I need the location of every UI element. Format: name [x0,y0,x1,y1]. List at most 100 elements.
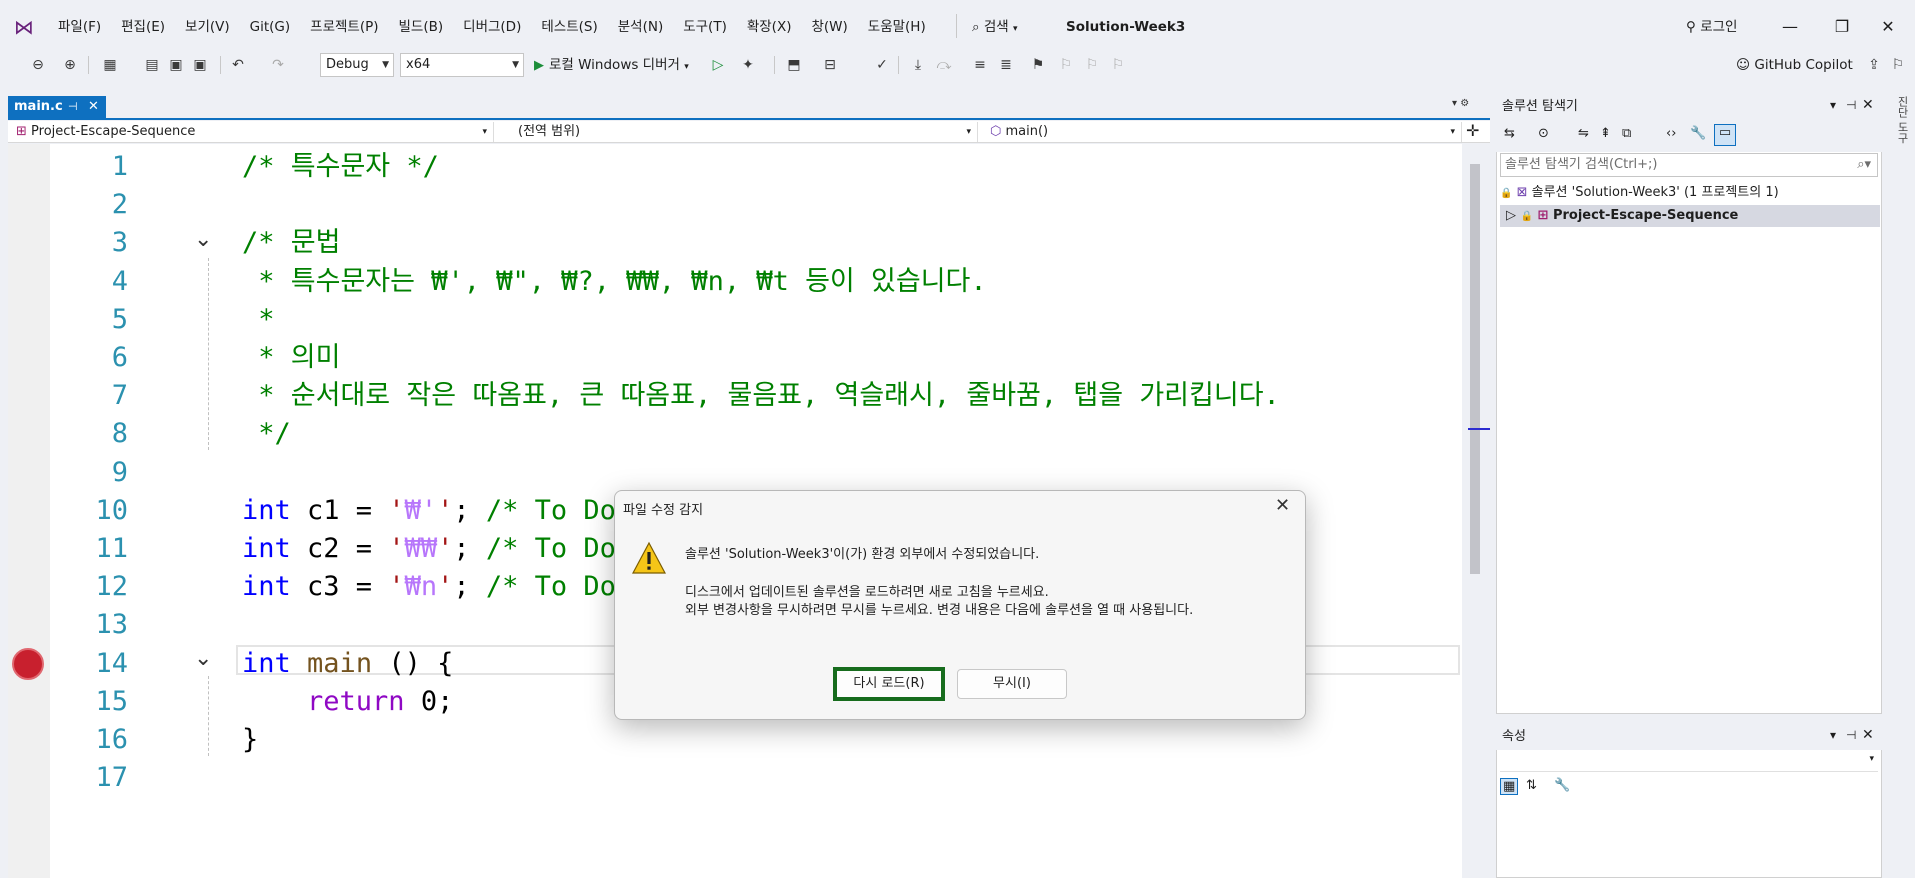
close-tab-icon[interactable]: ✕ [88,96,99,118]
start-debugging-button[interactable]: ▶ 로컬 Windows 디버거 ▾ [534,53,689,77]
feedback-icon[interactable]: ⚐ [1888,54,1908,76]
code-line[interactable]: return 0; [242,683,453,721]
alphabetical-icon[interactable]: ⇅ [1526,778,1537,793]
menu-item[interactable]: 편집(E) [111,16,175,38]
menu-item[interactable]: 테스트(S) [531,16,607,38]
code-line[interactable]: */ [242,415,291,453]
menu-item[interactable]: 프로젝트(P) [300,16,388,38]
layout-icon[interactable]: ⊟ [820,54,840,76]
save-all-icon[interactable]: ▣ [190,54,210,76]
spell-check-icon[interactable]: ✓ [872,54,892,76]
function-select[interactable]: ⬡ main() ▾ [984,122,1462,142]
indent-icon[interactable]: ≡ [970,54,990,76]
solution-root-node[interactable]: 🔒 ⊠ 솔루션 'Solution-Week3' (1 프로젝트의 1) [1500,183,1779,204]
split-editor-icon[interactable]: ✛ [1466,121,1479,140]
menu-item[interactable]: 보기(V) [175,16,240,38]
code-line[interactable]: * [242,301,274,339]
panel-menu-icon[interactable]: ▾ [1830,98,1836,112]
bookmark-next-icon[interactable]: ⚐ [1082,54,1102,76]
close-panel-icon[interactable]: ✕ [1862,97,1874,113]
menu-item[interactable]: 분석(N) [608,16,673,38]
code-view-icon[interactable]: ‹› [1666,126,1676,141]
solution-root-label: 솔루션 'Solution-Week3' (1 프로젝트의 1) [1531,185,1779,200]
share-icon[interactable]: ⇪ [1864,54,1884,76]
menu-item[interactable]: 도움말(H) [858,16,936,38]
forward-icon[interactable]: ⊕ [60,54,80,76]
scrollbar-thumb[interactable] [1470,164,1480,574]
comment-icon[interactable]: ≣ [996,54,1016,76]
sync-icon[interactable]: ⇆ [1504,126,1515,141]
code-line[interactable]: * 의미 [242,339,340,377]
tab-list-dropdown-icon[interactable]: ▾ ⚙ [1452,98,1469,109]
configuration-select[interactable]: Debug ▼ [320,53,394,77]
history-icon[interactable]: ⊙ [1538,126,1549,141]
open-folder-icon[interactable]: ▤ [142,54,162,76]
global-scope-select[interactable]: (전역 범위) ▾ [500,122,978,142]
diagnostic-tools-tab[interactable]: 진단 도구 [1890,96,1910,144]
panel-menu-icon[interactable]: ▾ [1830,728,1836,742]
project-scope-select[interactable]: ⊞ Project-Escape-Sequence ▾ [10,122,494,142]
code-token: ' [388,495,405,526]
reload-button[interactable]: 다시 로드(R) [833,667,945,701]
pin-icon[interactable]: ⊣ [1846,728,1856,742]
redo-icon[interactable]: ↷ [268,54,288,76]
step-over-icon[interactable]: ⤼ [934,54,954,76]
code-line[interactable]: * 순서대로 작은 따옴표, 큰 따옴표, 물음표, 역슬래시, 줄바꿈, 탭을… [242,377,1280,415]
collapse-all-icon[interactable]: ⇞ [1600,126,1611,141]
platform-select[interactable]: x64 ▼ [400,53,524,77]
hot-reload-icon[interactable]: ✦ [738,54,758,76]
preview-icon[interactable]: ▭ [1714,124,1736,146]
code-line[interactable]: int main () { [242,645,453,683]
code-line[interactable]: /* 문법 [242,224,340,262]
close-panel-icon[interactable]: ✕ [1862,727,1874,743]
show-all-files-icon[interactable]: ⧉ [1622,126,1631,141]
dialog-close-button[interactable]: ✕ [1275,495,1290,516]
breakpoint-icon[interactable] [12,648,44,680]
restore-button[interactable]: ❐ [1822,12,1862,42]
new-project-icon[interactable]: ▦ [100,54,120,76]
close-window-button[interactable]: ✕ [1868,12,1908,42]
categorized-icon[interactable]: ▦ [1500,778,1519,795]
copilot-button[interactable]: ☺ GitHub Copilot [1736,54,1853,76]
minimize-button[interactable]: — [1770,12,1810,42]
solution-configuration-icon[interactable]: ⬒ [784,54,804,76]
code-token: /* 문법 [242,227,341,258]
start-without-debugging-icon[interactable]: ▷ [708,54,728,76]
fold-toggle-icon[interactable]: ⌄ [194,221,212,259]
search-button[interactable]: ⌕ 검색 ▾ [972,16,1018,38]
undo-icon[interactable]: ↶ [228,54,248,76]
pin-icon[interactable]: ⊣ [1846,98,1856,112]
menu-item[interactable]: Git(G) [240,16,301,38]
property-pages-icon[interactable]: 🔧 [1554,778,1570,793]
menu-item[interactable]: 디버그(D) [453,16,531,38]
switch-view-icon[interactable]: ⇋ [1578,126,1589,141]
ignore-button[interactable]: 무시(I) [957,669,1067,699]
save-icon[interactable]: ▣ [166,54,186,76]
project-node[interactable]: ▷ 🔒 ⊞ Project-Escape-Sequence [1500,205,1880,227]
bookmark-clear-icon[interactable]: ⚐ [1108,54,1128,76]
menu-item[interactable]: 도구(T) [673,16,737,38]
solution-explorer-search[interactable]: 솔루션 탐색기 검색(Ctrl+;) ⌕▾ [1500,153,1878,177]
menu-item[interactable]: 확장(X) [737,16,802,38]
code-line[interactable]: /* 특수문자 */ [242,148,439,186]
tab-main-c[interactable]: main.c ⊣ ✕ [8,96,106,118]
step-into-icon[interactable]: ⤓ [908,54,928,76]
properties-object-select[interactable]: ▾ [1500,752,1878,772]
visual-studio-logo-icon[interactable]: ⋈ [12,15,36,39]
bookmark-icon[interactable]: ⚑ [1028,54,1048,76]
code-line[interactable]: * 특수문자는 ₩', ₩", ₩?, ₩₩, ₩n, ₩t 등이 있습니다. [242,263,986,301]
indicator-margin[interactable] [8,144,50,878]
fold-toggle-icon[interactable]: ⌄ [194,640,212,678]
pin-icon[interactable]: ⊣ [68,96,78,118]
menu-item[interactable]: 창(W) [801,16,857,38]
back-icon[interactable]: ⊖ [28,54,48,76]
menu-item[interactable]: 파일(F) [48,16,111,38]
toolbar-divider [774,56,775,74]
expand-arrow-icon[interactable]: ▷ [1506,208,1516,223]
code-line[interactable]: } [242,721,258,759]
properties-wrench-icon[interactable]: 🔧 [1690,126,1706,141]
bookmark-prev-icon[interactable]: ⚐ [1056,54,1076,76]
login-button[interactable]: ⚲ 로그인 [1686,16,1737,38]
menu-item[interactable]: 빌드(B) [389,16,454,38]
